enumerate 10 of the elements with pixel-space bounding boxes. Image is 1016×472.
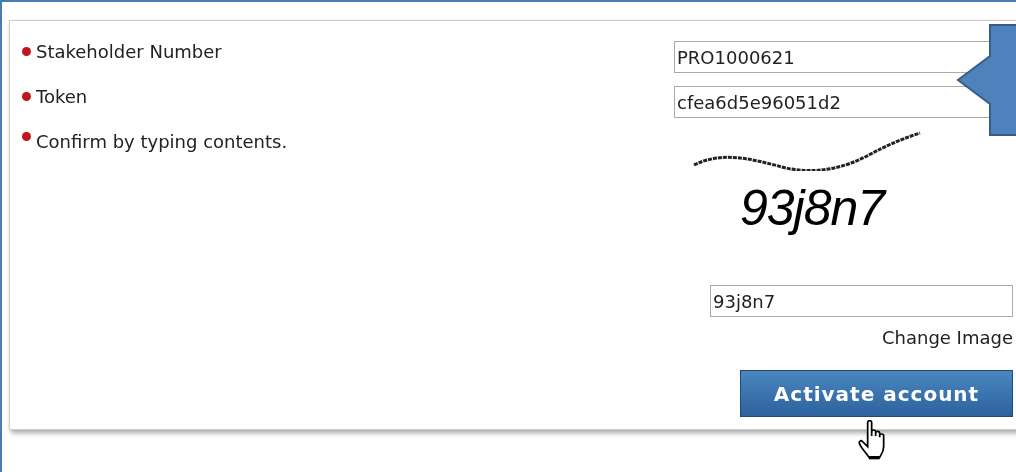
required-dot bbox=[22, 47, 31, 56]
change-image-link[interactable]: Change Image bbox=[882, 327, 1013, 348]
field-label: Stakeholder Number bbox=[36, 41, 222, 62]
captcha-input[interactable]: 93j8n7 bbox=[710, 285, 1013, 317]
required-dot bbox=[22, 132, 31, 141]
field-label: Confirm by typing contents. bbox=[36, 131, 288, 152]
captcha-text: 93j8n7 bbox=[739, 179, 885, 237]
required-dot bbox=[22, 92, 31, 101]
activate-account-button[interactable]: Activate account bbox=[740, 370, 1013, 417]
field-label: Token bbox=[36, 86, 88, 107]
